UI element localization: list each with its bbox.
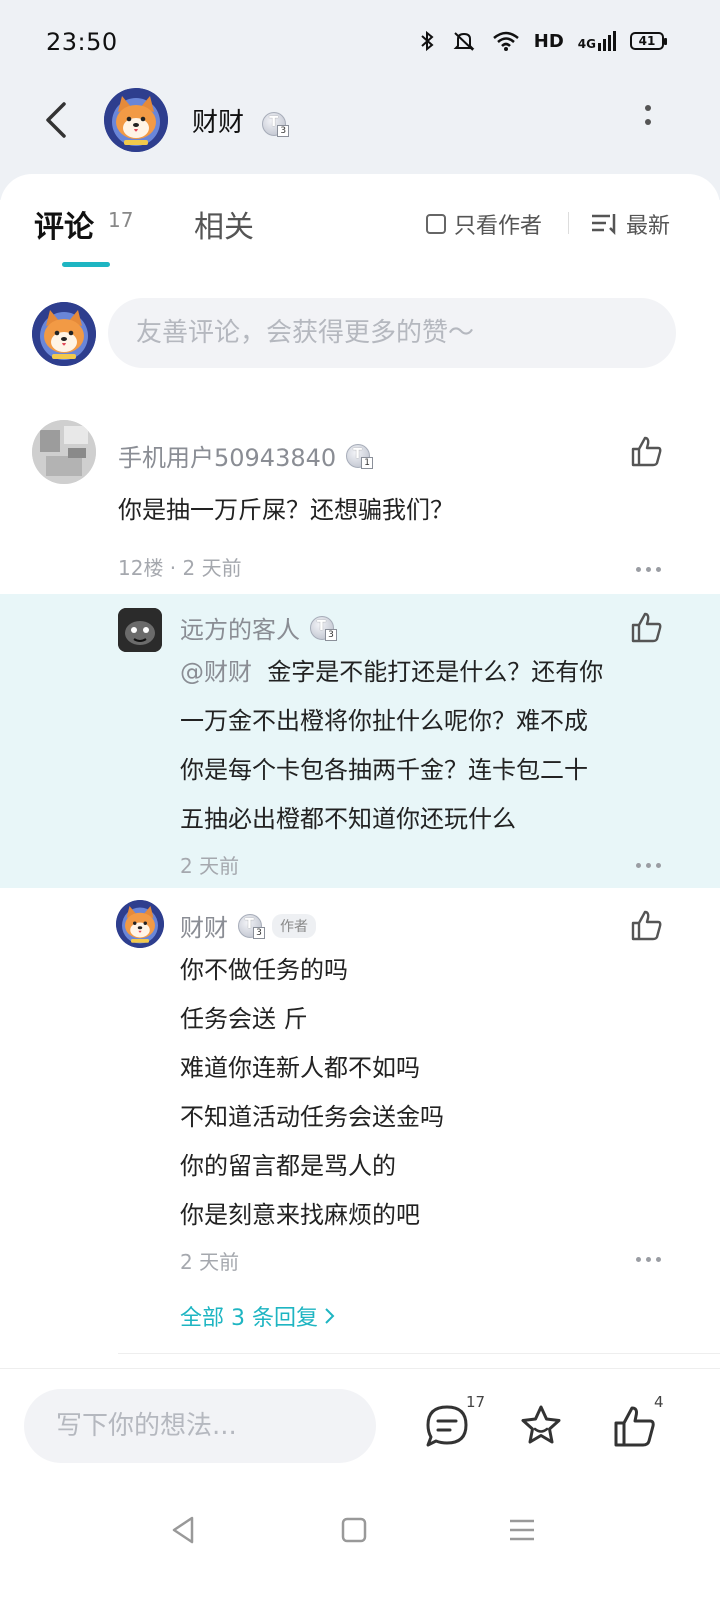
author-name: 财财 T 3 — [192, 102, 290, 139]
only-author-label: 只看作者 — [454, 214, 543, 239]
app-header: 财财 T 3 — [0, 80, 720, 160]
reply-text: 你不做任务的吗 任务会送 斤 难道你连新人都不如吗 不知道活动任务会送金吗 你的… — [180, 956, 444, 1229]
reply-user-name[interactable]: 远方的客人 T3 — [180, 610, 337, 645]
write-input-pill[interactable] — [24, 1389, 376, 1463]
comment-bubble-icon — [426, 1405, 468, 1447]
menu-lines-icon — [510, 1519, 534, 1541]
reply-more-button[interactable] — [636, 860, 666, 870]
system-nav-bar — [0, 1488, 720, 1600]
thumbs-up-icon — [614, 1406, 655, 1447]
like-button[interactable] — [630, 610, 666, 646]
sort-button[interactable]: 最新 — [590, 208, 670, 240]
comment-button[interactable] — [424, 1403, 472, 1451]
signal-bars-icon — [598, 31, 616, 51]
comment-item: 手机用户50943840 T1 你是抽一万斤屎？还想骗我们？ 12楼 · 2 天… — [0, 420, 720, 592]
photo-avatar-icon — [32, 420, 96, 484]
chevron-left-icon — [46, 102, 66, 138]
author-avatar[interactable] — [104, 88, 168, 152]
comment-more-button[interactable] — [636, 564, 666, 574]
write-thought-input[interactable] — [24, 1389, 376, 1463]
status-time: 23:50 — [46, 28, 118, 56]
like-button[interactable] — [630, 908, 666, 944]
author-tag: 作者 — [272, 913, 316, 938]
tab-bar: 评论 17 相关 只看作者 最新 — [0, 176, 720, 276]
battery-icon: 41 — [630, 32, 667, 50]
status-bar: 23:50 HD 4G 41 — [0, 0, 720, 86]
favorite-button[interactable] — [518, 1403, 566, 1451]
active-tab-indicator — [62, 262, 110, 267]
cartoon-avatar-icon — [118, 608, 162, 652]
network-label: HD — [533, 30, 564, 52]
comment-text: 你是抽一万斤屎？还想骗我们？ — [118, 496, 454, 524]
reply-text: @财财 金字是不能打还是什么？还有你 一万金不出橙将你扯什么呢你？难不成 你是每… — [180, 658, 604, 833]
my-avatar[interactable] — [32, 302, 96, 366]
bottom-action-bar: 17 4 — [0, 1368, 720, 1488]
checkbox-icon — [426, 214, 446, 234]
reply-meta: 2 天前 — [180, 1250, 240, 1274]
sort-label: 最新 — [626, 214, 671, 239]
shiba-dog-avatar-icon — [32, 302, 96, 366]
mention-link[interactable]: @财财 — [180, 658, 252, 686]
like-button[interactable] — [630, 434, 666, 470]
level-badge-icon: T1 — [346, 443, 374, 469]
sort-icon — [592, 214, 616, 236]
reply-user-name[interactable]: 财财 T3 作者 — [180, 908, 316, 943]
chevron-right-icon — [325, 1308, 335, 1324]
triangle-back-icon — [172, 1516, 194, 1544]
nav-back-button[interactable] — [164, 1510, 204, 1550]
view-all-replies-link[interactable]: 全部 3 条回复 — [180, 1300, 336, 1332]
level-badge-icon: T3 — [238, 913, 265, 939]
comment-meta: 12楼 · 2 天前 — [118, 556, 242, 580]
reply-avatar[interactable] — [118, 608, 162, 652]
more-options-button[interactable] — [640, 102, 656, 138]
divider — [568, 212, 569, 234]
like-post-button[interactable] — [612, 1403, 660, 1451]
level-badge-icon: T 3 — [262, 111, 290, 137]
reply-meta: 2 天前 — [180, 854, 240, 878]
thumbs-up-icon — [631, 612, 662, 643]
reply-more-button[interactable] — [636, 1254, 666, 1264]
comment-input-pill[interactable] — [108, 298, 676, 368]
thumbs-up-icon — [631, 436, 662, 467]
like-count: 4 — [654, 1393, 664, 1411]
tab-comments[interactable]: 评论 — [34, 202, 94, 246]
more-vertical-icon — [645, 105, 651, 111]
divider — [118, 1353, 720, 1354]
back-button[interactable] — [36, 98, 76, 142]
commenter-avatar[interactable] — [32, 420, 96, 484]
nav-home-button[interactable] — [334, 1510, 374, 1550]
thumbs-up-icon — [631, 910, 662, 941]
shiba-dog-avatar-icon — [116, 900, 164, 948]
square-home-icon — [341, 1517, 367, 1543]
signal-label: 4G — [578, 31, 616, 51]
comments-count: 17 — [108, 208, 134, 232]
reply-item: 财财 T3 作者 你不做任务的吗 任务会送 斤 难道你连新人都不如吗 不知道活动… — [0, 894, 720, 1274]
nav-menu-button[interactable] — [502, 1510, 542, 1550]
status-icons: HD 4G 41 — [418, 30, 667, 52]
compose-row — [0, 296, 720, 376]
reply-avatar[interactable] — [116, 900, 164, 948]
star-icon — [521, 1405, 561, 1444]
shiba-dog-avatar-icon — [104, 88, 168, 152]
bluetooth-icon — [421, 30, 434, 52]
commenter-name[interactable]: 手机用户50943840 T1 — [118, 438, 374, 473]
tab-related[interactable]: 相关 — [194, 202, 254, 246]
reply-item-highlighted: 远方的客人 T3 @财财 金字是不能打还是什么？还有你 一万金不出橙将你扯什么呢… — [0, 594, 720, 888]
wifi-icon — [492, 31, 519, 51]
mute-icon — [453, 32, 475, 51]
only-author-toggle[interactable]: 只看作者 — [426, 208, 542, 240]
comment-count: 17 — [466, 1393, 486, 1411]
comment-input[interactable] — [108, 298, 676, 368]
level-badge-icon: T3 — [310, 615, 337, 641]
